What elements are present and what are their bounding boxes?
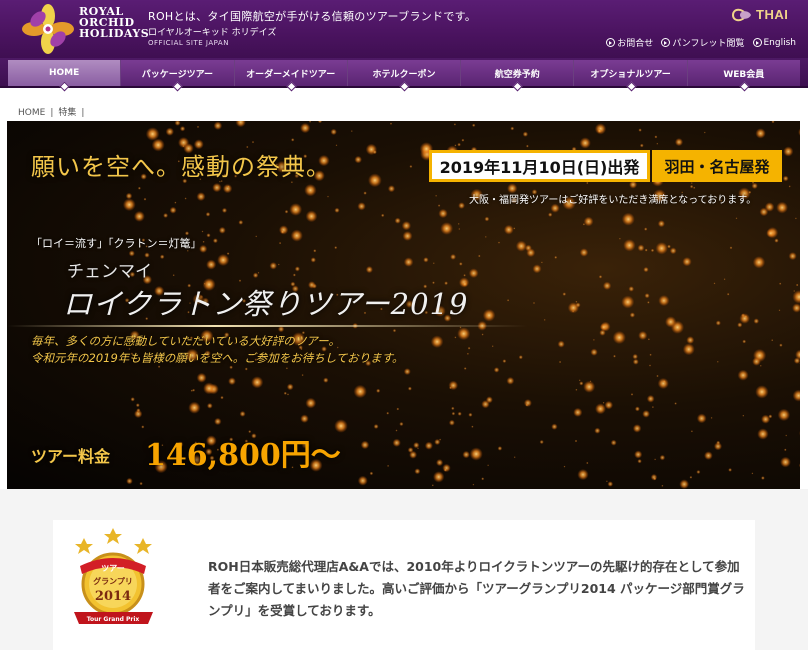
event-subtitle: 「ロイ＝流す」「クラトン＝灯篭」 [31, 237, 202, 250]
sold-out-note: 大阪・福岡発ツアーはご好評をいただき満席となっております。 [469, 195, 757, 206]
site-header: ROYAL ORCHID HOLIDAYS ROHとは、タイ国際航空が手がける信… [0, 0, 808, 58]
nav-flight-booking[interactable]: 航空券予約 [461, 60, 575, 92]
tour-price: 146,800円～ [145, 438, 341, 473]
nav-hotel-coupon-label: ホテルクーポン [372, 69, 436, 80]
nav-arrow-icon [399, 81, 410, 92]
departure-cities: 羽田・名古屋発 [652, 150, 782, 182]
nav-arrow-icon [172, 81, 183, 92]
contact-link[interactable]: お問合せ [606, 36, 653, 49]
breadcrumb-home[interactable]: HOME [18, 108, 45, 118]
nav-arrow-icon [626, 81, 636, 92]
arrow-circle-icon [606, 38, 616, 47]
nav-arrow-icon [286, 81, 297, 92]
english-link[interactable]: English [752, 36, 797, 49]
breadcrumb: HOME | 特集 | [18, 105, 89, 118]
badge-line-2: グランプリ [93, 576, 133, 586]
nav-optional-tour[interactable]: オプショナルツアー [574, 60, 688, 92]
badge-year: 2014 [95, 589, 131, 604]
description-line-2: 令和元年の2019年も皆様の願いを空へ。ご参加をお待ちしております。 [31, 351, 404, 365]
main-nav: HOME パッケージツアー オーダーメイドツアー ホテルクーポン 航空券予約 オ… [0, 58, 808, 92]
nav-arrow-icon [59, 81, 70, 92]
breadcrumb-separator: | [50, 108, 54, 118]
award-medal-icon: ツアー グランプリ 2014 Tour Grand Prix [74, 528, 153, 624]
departure-date: 2019年11月10日(日)出発 [429, 150, 650, 182]
hero-headline: 願いを空へ。感動の祭典。 [31, 153, 331, 181]
event-title: ロイクラトン祭りツアー2019 [63, 287, 469, 321]
english-link-label: English [763, 37, 797, 48]
event-city: チェンマイ [67, 262, 152, 282]
nav-home[interactable]: HOME [8, 60, 122, 92]
divider [7, 325, 527, 327]
award-description: ROH日本販売総代理店A&Aでは、2010年よりロイクラトンツアーの先駆け的存在… [208, 559, 745, 618]
nav-web-member-label: WEB会員 [723, 69, 765, 80]
nav-flight-booking-label: 航空券予約 [494, 69, 540, 80]
nav-package-tour[interactable]: パッケージツアー [121, 60, 235, 92]
site-name: ロイヤルオーキッド ホリデイズ [148, 28, 277, 38]
nav-package-tour-label: パッケージツアー [141, 69, 214, 80]
badge-english: Tour Grand Prix [87, 616, 140, 623]
partner-name: THAI [756, 7, 789, 22]
description-line-1: 毎年、多くの方に感動していただいている大好評のツアー。 [31, 334, 341, 348]
breadcrumb-feature: 特集 [58, 108, 77, 118]
nav-custom-tour-label: オーダーメイドツアー [246, 69, 336, 80]
nav-optional-tour-label: オプショナルツアー [590, 69, 671, 80]
pamphlet-link[interactable]: パンフレット閲覧 [661, 36, 745, 49]
nav-hotel-coupon[interactable]: ホテルクーポン [347, 60, 462, 92]
badge-line-1: ツアー [101, 564, 125, 573]
top-links: お問合せ パンフレット閲覧 English [606, 36, 796, 49]
hero-banner[interactable]: 願いを空へ。感動の祭典。 2019年11月10日(日)出発 羽田・名古屋発 大阪… [7, 121, 800, 489]
nav-home-label: HOME [48, 68, 80, 78]
contact-link-label: お問合せ [617, 39, 654, 49]
nav-web-member[interactable]: WEB会員 [687, 60, 800, 92]
nav-custom-tour[interactable]: オーダーメイドツアー [234, 60, 348, 92]
arrow-circle-icon [752, 38, 762, 47]
price-label: ツアー料金 [31, 447, 111, 466]
arrow-circle-icon [661, 38, 671, 47]
logo-line-3: HOLIDAYS [79, 27, 150, 40]
nav-arrow-icon [512, 81, 523, 92]
tagline: ROHとは、タイ国際航空が手がける信頼のツアーブランドです。 [148, 10, 477, 23]
logo-text: ROYAL ORCHID HOLIDAYS [79, 6, 149, 39]
nav-arrow-icon [739, 81, 750, 92]
pamphlet-link-label: パンフレット閲覧 [672, 39, 745, 49]
breadcrumb-separator: | [81, 108, 85, 118]
site-name-en: OFFICIAL SITE JAPAN [148, 39, 229, 47]
event-description: 毎年、多くの方に感動していただいている大好評のツアー。 令和元年の2019年も皆… [31, 333, 403, 367]
